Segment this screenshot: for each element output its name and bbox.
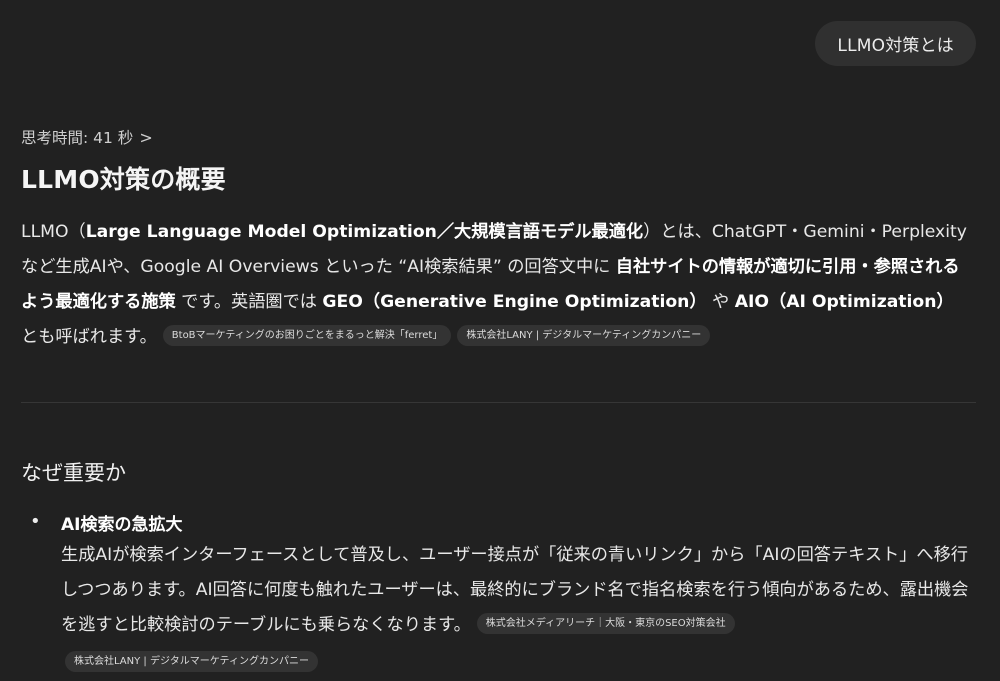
intro-paragraph: LLMO（Large Language Model Optimization／大… xyxy=(21,215,971,355)
intro-text: LLMO（ xyxy=(21,222,86,242)
intro-text: や xyxy=(706,292,735,312)
answer-title: LLMO対策の概要 xyxy=(21,165,226,194)
user-message-bubble: LLMO対策とは xyxy=(815,21,976,66)
bullet-heading: AI検索の急拡大 xyxy=(61,515,183,535)
bullet-body: 生成AIが検索インターフェースとして普及し、ユーザー接点が「従来の青いリンク」か… xyxy=(61,538,976,643)
bullet-source-row: 株式会社LANY | デジタルマーケティングカンパニー xyxy=(65,651,318,672)
chat-page: LLMO対策とは 思考時間: 41 秒 > LLMO対策の概要 LLMO（Lar… xyxy=(0,0,1000,681)
section-heading: なぜ重要か xyxy=(21,461,126,485)
chevron-right-icon: > xyxy=(139,127,153,147)
intro-text: です。英語圏では xyxy=(175,292,323,312)
user-message-text: LLMO対策とは xyxy=(837,36,954,56)
intro-bold-term: Large Language Model Optimization／大規模言語モ… xyxy=(85,222,644,242)
source-chip-ferret[interactable]: BtoBマーケティングのお困りごとをまるっと解決「ferret」 xyxy=(162,324,452,346)
source-chip-mediareach[interactable]: 株式会社メディアリーチ｜大阪・東京のSEO対策会社 xyxy=(476,612,735,634)
thinking-time-toggle[interactable]: 思考時間: 41 秒 > xyxy=(21,126,153,148)
section-divider xyxy=(21,402,976,403)
intro-bold-geo: GEO（Generative Engine Optimization） xyxy=(322,292,707,312)
source-chip-lany[interactable]: 株式会社LANY | デジタルマーケティングカンパニー xyxy=(65,651,318,672)
intro-text: とも呼ばれます。 xyxy=(21,327,157,347)
thinking-time-label: 思考時間: 41 秒 xyxy=(21,129,134,147)
source-chip-lany[interactable]: 株式会社LANY | デジタルマーケティングカンパニー xyxy=(457,324,711,346)
intro-bold-aio: AIO（AI Optimization） xyxy=(734,292,954,312)
bullet-marker: • xyxy=(30,511,41,532)
